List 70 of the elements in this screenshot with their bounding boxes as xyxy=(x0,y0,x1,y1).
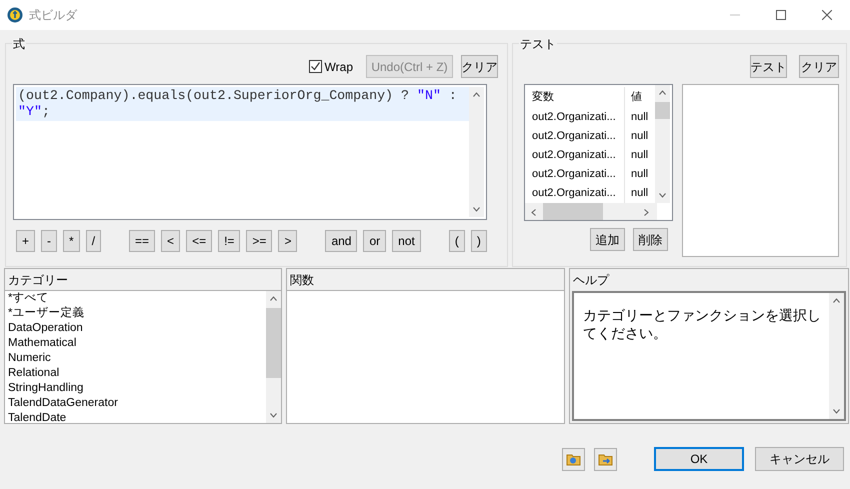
column-header[interactable]: 変数 xyxy=(525,87,625,108)
list-item[interactable]: StringHandling xyxy=(8,381,84,396)
scroll-up-icon[interactable] xyxy=(473,92,480,97)
test-button[interactable]: テスト xyxy=(750,55,787,78)
operator-button[interactable]: * xyxy=(63,230,80,252)
table-cell-text: null xyxy=(630,110,648,126)
list-item[interactable]: DataOperation xyxy=(8,321,83,336)
list-item[interactable]: TalendDate xyxy=(8,411,66,423)
operator-button[interactable]: > xyxy=(278,230,298,252)
scrollbar[interactable] xyxy=(266,291,281,423)
scroll-up-icon[interactable] xyxy=(270,296,277,301)
import-icon[interactable] xyxy=(562,448,585,470)
scroll-down-icon[interactable] xyxy=(270,413,277,418)
scrollbar[interactable] xyxy=(525,203,657,220)
operator-button[interactable]: <= xyxy=(186,230,212,252)
scroll-right-icon[interactable] xyxy=(644,209,649,216)
table-cell-text: null xyxy=(630,167,648,182)
operator-button[interactable]: ) xyxy=(470,230,487,252)
cancel-button[interactable]: キャンセル xyxy=(755,447,844,471)
add-button[interactable]: 追加 xyxy=(590,228,625,251)
list-item[interactable]: Mathematical xyxy=(8,336,76,351)
table-cell-text: null xyxy=(630,129,648,144)
operator-button[interactable]: - xyxy=(41,230,58,252)
scroll-thumb[interactable] xyxy=(266,308,281,378)
list-item[interactable]: Relational xyxy=(8,366,60,381)
clear-button[interactable]: クリア xyxy=(461,55,498,78)
table-cell: out2.Organizati... xyxy=(525,127,625,146)
operator-button[interactable]: / xyxy=(86,230,102,252)
table-cell: out2.Organizati... xyxy=(525,165,625,184)
clear-button[interactable]: クリア xyxy=(799,55,839,78)
panel-header: ヘルプ xyxy=(572,272,610,289)
list-item[interactable]: Numeric xyxy=(8,351,51,366)
export-icon[interactable] xyxy=(594,448,617,470)
operator-button[interactable]: == xyxy=(129,230,156,252)
help-text: カテゴリーとファンクションを選択してください。 xyxy=(582,306,822,343)
operator-button[interactable]: ( xyxy=(448,230,465,252)
ok-button[interactable]: OK xyxy=(654,447,744,471)
operator-button[interactable]: or xyxy=(363,230,386,252)
list-item[interactable]: *ユーザー定義 xyxy=(8,306,84,321)
scroll-down-icon[interactable] xyxy=(833,409,840,414)
wrap-checkbox[interactable] xyxy=(308,60,322,73)
scrollbar[interactable] xyxy=(829,293,844,419)
scrollbar[interactable] xyxy=(469,87,484,217)
operator-button[interactable]: + xyxy=(16,230,36,252)
scroll-thumb[interactable] xyxy=(655,102,670,119)
scroll-down-icon[interactable] xyxy=(473,207,480,212)
scroll-up-icon[interactable] xyxy=(659,90,666,95)
code-text: (out2.Company).equals(out2.SuperiorOrg_Company) ? "N" : "Y"; xyxy=(18,88,457,119)
table-cell: out2.Organizati... xyxy=(525,146,625,165)
table-cell: out2.Organizati... xyxy=(525,108,625,127)
list-item[interactable]: *すべて xyxy=(8,291,48,306)
operator-button[interactable]: not xyxy=(392,230,421,252)
operator-button[interactable]: < xyxy=(161,230,180,252)
window-title: 式ビルダ xyxy=(29,7,77,24)
operator-button[interactable]: != xyxy=(218,230,240,252)
operator-button[interactable]: >= xyxy=(246,230,272,252)
scroll-thumb[interactable] xyxy=(543,203,603,220)
delete-button[interactable]: 削除 xyxy=(633,228,668,251)
table-cell-text: null xyxy=(630,148,648,164)
scroll-left-icon[interactable] xyxy=(531,209,536,216)
column-header[interactable]: 値 xyxy=(625,87,642,108)
scroll-down-icon[interactable] xyxy=(659,193,666,198)
checkbox-label: Wrap xyxy=(324,58,353,76)
expression-editor[interactable]: (out2.Company).equals(out2.SuperiorOrg_Company) ? "N" : "Y"; xyxy=(13,84,487,220)
list-item[interactable]: TalendDataGenerator xyxy=(8,396,118,411)
operator-button[interactable]: and xyxy=(325,230,358,252)
scrollbar[interactable] xyxy=(655,85,670,203)
table-cell-text: null xyxy=(630,186,648,202)
logo-icon xyxy=(7,7,23,23)
scroll-up-icon[interactable] xyxy=(833,298,840,303)
